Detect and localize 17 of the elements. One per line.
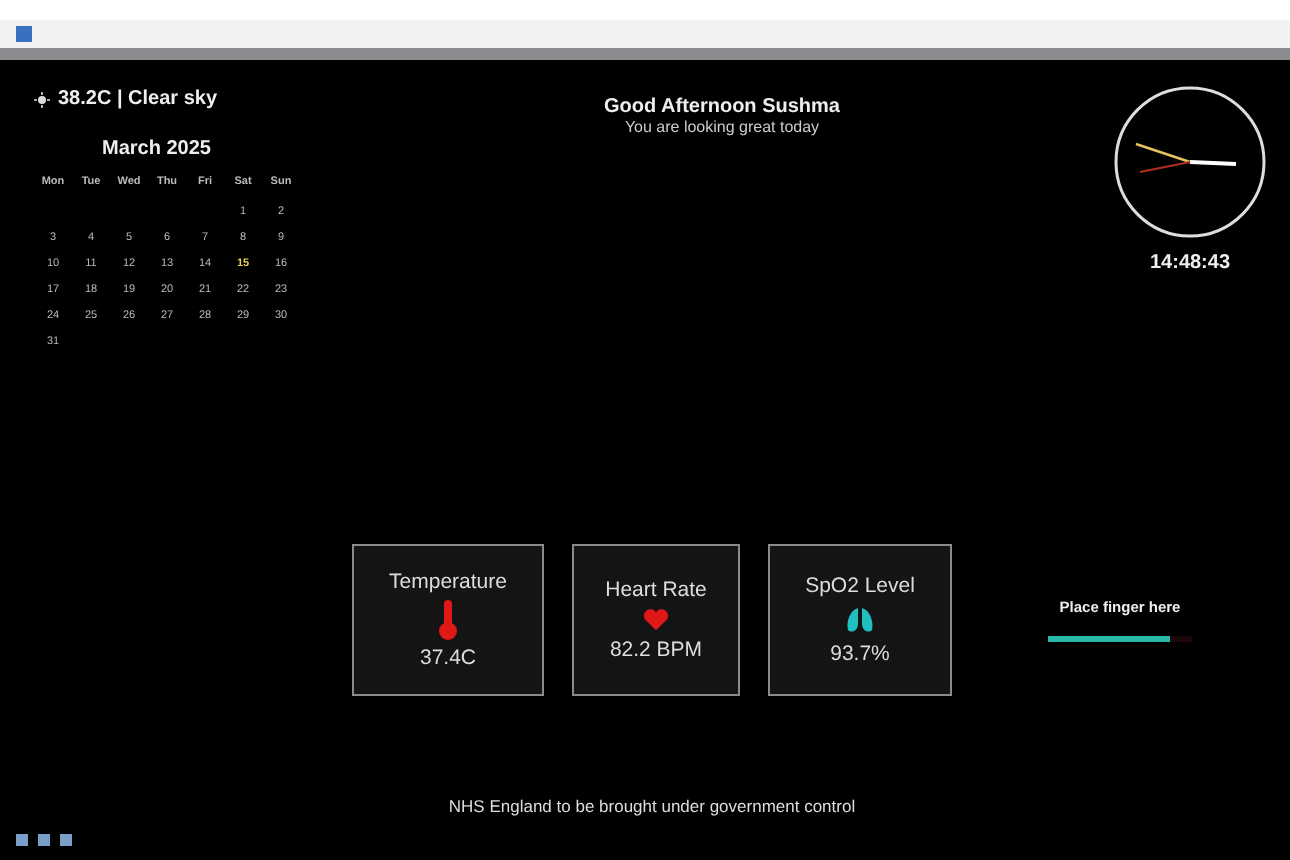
greeting-subtitle: You are looking great today	[622, 118, 822, 136]
vital-value: 93.7%	[830, 642, 890, 666]
vital-label: SpO2 Level	[805, 574, 915, 598]
thermometer-icon	[438, 600, 458, 640]
vital-value: 82.2 BPM	[609, 638, 703, 662]
sun-icon	[34, 91, 50, 107]
greeting-title: Good Afternoon Sushma	[602, 96, 842, 118]
weather-text: 38.2C | Clear sky	[58, 88, 218, 110]
app-icon	[16, 26, 32, 42]
calendar-month: March 2025	[102, 138, 213, 160]
digital-time: 14:48:43	[1149, 252, 1231, 274]
news-ticker: NHS England to be brought under government control	[446, 796, 858, 816]
vital-label: Temperature	[389, 570, 507, 594]
heart-icon	[640, 608, 672, 632]
vital-label: Heart Rate	[605, 578, 707, 602]
lungs-icon	[844, 604, 876, 636]
vital-value: 37.4C	[419, 646, 477, 670]
